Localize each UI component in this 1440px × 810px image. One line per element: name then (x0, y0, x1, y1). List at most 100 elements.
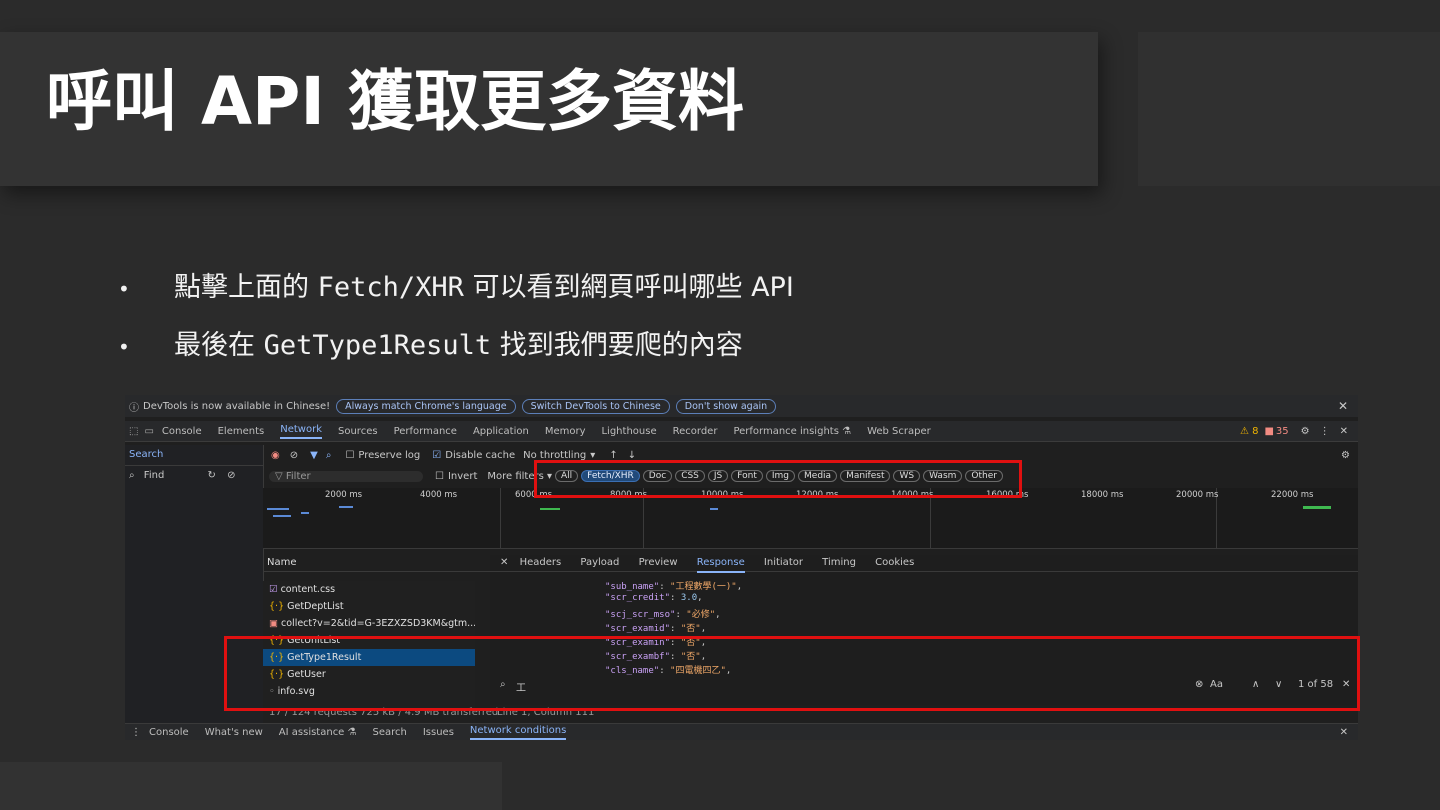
devtools-infobar: ⓘ DevTools is now available in Chinese! … (125, 395, 1358, 417)
match-language-button[interactable]: Always match Chrome's language (336, 398, 516, 414)
tab-preview[interactable]: Preview (639, 555, 678, 571)
drawer-tab-whats-new[interactable]: What's new (205, 727, 263, 738)
invert-label: Invert (447, 470, 478, 482)
network-settings-icon[interactable]: ⚙ (1341, 450, 1350, 461)
find-input[interactable]: Find (144, 470, 165, 481)
bottom-decor-block (0, 762, 502, 810)
timeline-gridline (500, 488, 501, 548)
title-side-panel (1138, 32, 1440, 186)
filter-placeholder: Filter (285, 470, 311, 482)
request-row[interactable]: ▣ collect?v=2&tid=G-3EZXZSD3KM&gtm... (263, 615, 475, 632)
response-line: "sub_name": "工程數學(一)", (605, 582, 743, 592)
switch-chinese-button[interactable]: Switch DevTools to Chinese (521, 398, 670, 414)
inspect-icon[interactable]: ⬚ (129, 426, 138, 437)
drawer-menu-icon[interactable]: ⋮ (131, 727, 141, 738)
tab-recorder[interactable]: Recorder (673, 426, 718, 437)
detail-tabs: ✕ Headers Payload Preview Response Initi… (490, 555, 1358, 573)
chevron-down-icon[interactable]: ▾ (590, 450, 595, 461)
drawer-tab-search[interactable]: Search (372, 727, 406, 738)
close-icon[interactable]: ✕ (1338, 399, 1348, 413)
timeline-bar (339, 506, 353, 508)
drawer-tabs: ⋮ Console What's new AI assistance ⚗ Sea… (125, 723, 1358, 740)
bullet-glyph: • (118, 334, 130, 359)
disable-cache-label: Disable cache (445, 449, 516, 461)
tab-elements[interactable]: Elements (218, 426, 265, 437)
tab-payload[interactable]: Payload (580, 555, 619, 571)
request-row[interactable]: {·} GetDeptList (263, 598, 475, 615)
tab-memory[interactable]: Memory (545, 426, 586, 437)
request-row[interactable]: ☑ content.css (263, 581, 475, 598)
search-pane-title[interactable]: Search (125, 445, 263, 466)
close-drawer-icon[interactable]: ✕ (1340, 727, 1348, 738)
timeline-tick: 22000 ms (1271, 490, 1314, 500)
tab-web-scraper[interactable]: Web Scraper (867, 426, 931, 437)
drawer-tab-issues[interactable]: Issues (423, 727, 454, 738)
tab-lighthouse[interactable]: Lighthouse (601, 426, 656, 437)
timeline-bar (273, 515, 291, 517)
upload-icon[interactable]: ↑ (609, 450, 617, 461)
timeline-tick: 4000 ms (420, 490, 458, 500)
tab-application[interactable]: Application (473, 426, 529, 437)
tab-performance-insights[interactable]: Performance insights ⚗ (733, 426, 851, 437)
device-toggle-icon[interactable]: ▭ (144, 426, 153, 437)
bullet-1-suffix: 可以看到網頁呼叫哪些 API (463, 272, 794, 303)
bullet-2-prefix: 最後在 (174, 330, 264, 361)
highlight-box-filters (534, 460, 1022, 498)
drawer-tab-ai-assistance[interactable]: AI assistance ⚗ (279, 727, 357, 738)
bullet-2: • 最後在 GetType1Result 找到我們要爬的內容 (118, 328, 743, 365)
search-network-icon[interactable]: ⌕ (326, 450, 332, 461)
bullet-2-suffix: 找到我們要爬的內容 (491, 330, 743, 361)
tab-cookies[interactable]: Cookies (875, 555, 914, 571)
response-line: "scr_examid": "否", (605, 624, 707, 634)
slide-title: 呼叫 API 獲取更多資料 (46, 63, 744, 140)
tab-timing[interactable]: Timing (822, 555, 856, 571)
timeline-bar (301, 512, 309, 514)
download-icon[interactable]: ↓ (628, 450, 636, 461)
warning-count[interactable]: ⚠ 8 (1240, 426, 1259, 437)
search-icon: ⌕ (129, 470, 135, 481)
response-line: "scr_credit": 3.0, (605, 593, 703, 603)
filter-icon[interactable]: ▼ (310, 450, 318, 461)
clear-log-icon[interactable]: ⊘ (290, 450, 298, 461)
drawer-tab-network-conditions[interactable]: Network conditions (469, 725, 567, 740)
gear-icon[interactable]: ⚙ (1301, 426, 1310, 437)
filter-input[interactable]: ▽ Filter (269, 470, 423, 482)
tab-sources[interactable]: Sources (338, 426, 378, 437)
timeline-tick: 2000 ms (325, 490, 363, 500)
response-line: "scj_scr_mso": "必修", (605, 610, 721, 620)
dont-show-button[interactable]: Don't show again (675, 398, 777, 414)
disable-cache-checkbox[interactable]: ☑ (432, 450, 441, 461)
close-detail-icon[interactable]: ✕ (500, 557, 508, 568)
error-icon: ■ (1264, 425, 1274, 437)
tab-console[interactable]: Console (162, 426, 202, 437)
name-column-header[interactable]: Name (263, 555, 494, 572)
invert-checkbox[interactable]: ☐ (435, 471, 444, 482)
highlight-box-request (224, 636, 1360, 711)
tab-performance[interactable]: Performance (394, 426, 457, 437)
tab-network[interactable]: Network (280, 424, 322, 439)
tab-headers[interactable]: Headers (520, 555, 562, 571)
timeline-bar (267, 508, 289, 510)
preserve-log-label: Preserve log (358, 449, 421, 461)
bullet-glyph: • (118, 276, 130, 301)
clear-icon[interactable]: ⊘ (227, 470, 235, 481)
bullet-1-code: Fetch/XHR (317, 272, 464, 303)
find-row: ⌕ Find ↻ ⊘ (125, 466, 263, 486)
tab-response[interactable]: Response (696, 555, 745, 573)
bullet-1: • 點擊上面的 Fetch/XHR 可以看到網頁呼叫哪些 API (118, 270, 794, 307)
info-icon: ⓘ (129, 402, 139, 414)
more-icon[interactable]: ⋮ (1320, 426, 1330, 437)
refresh-icon[interactable]: ↻ (207, 470, 215, 481)
record-icon[interactable]: ◉ (271, 450, 280, 461)
throttling-select[interactable]: No throttling (523, 450, 586, 461)
timeline-bar (710, 508, 718, 510)
bullet-2-code: GetType1Result (263, 330, 492, 361)
close-devtools-icon[interactable]: ✕ (1340, 426, 1348, 437)
preserve-log-checkbox[interactable]: ☐ (345, 450, 354, 461)
tab-initiator[interactable]: Initiator (764, 555, 803, 571)
timeline-tick: 20000 ms (1176, 490, 1219, 500)
timeline-bar (1303, 506, 1331, 509)
drawer-tab-console[interactable]: Console (149, 727, 189, 738)
error-count[interactable]: 35 (1276, 426, 1289, 437)
bullet-1-prefix: 點擊上面的 (174, 272, 318, 303)
